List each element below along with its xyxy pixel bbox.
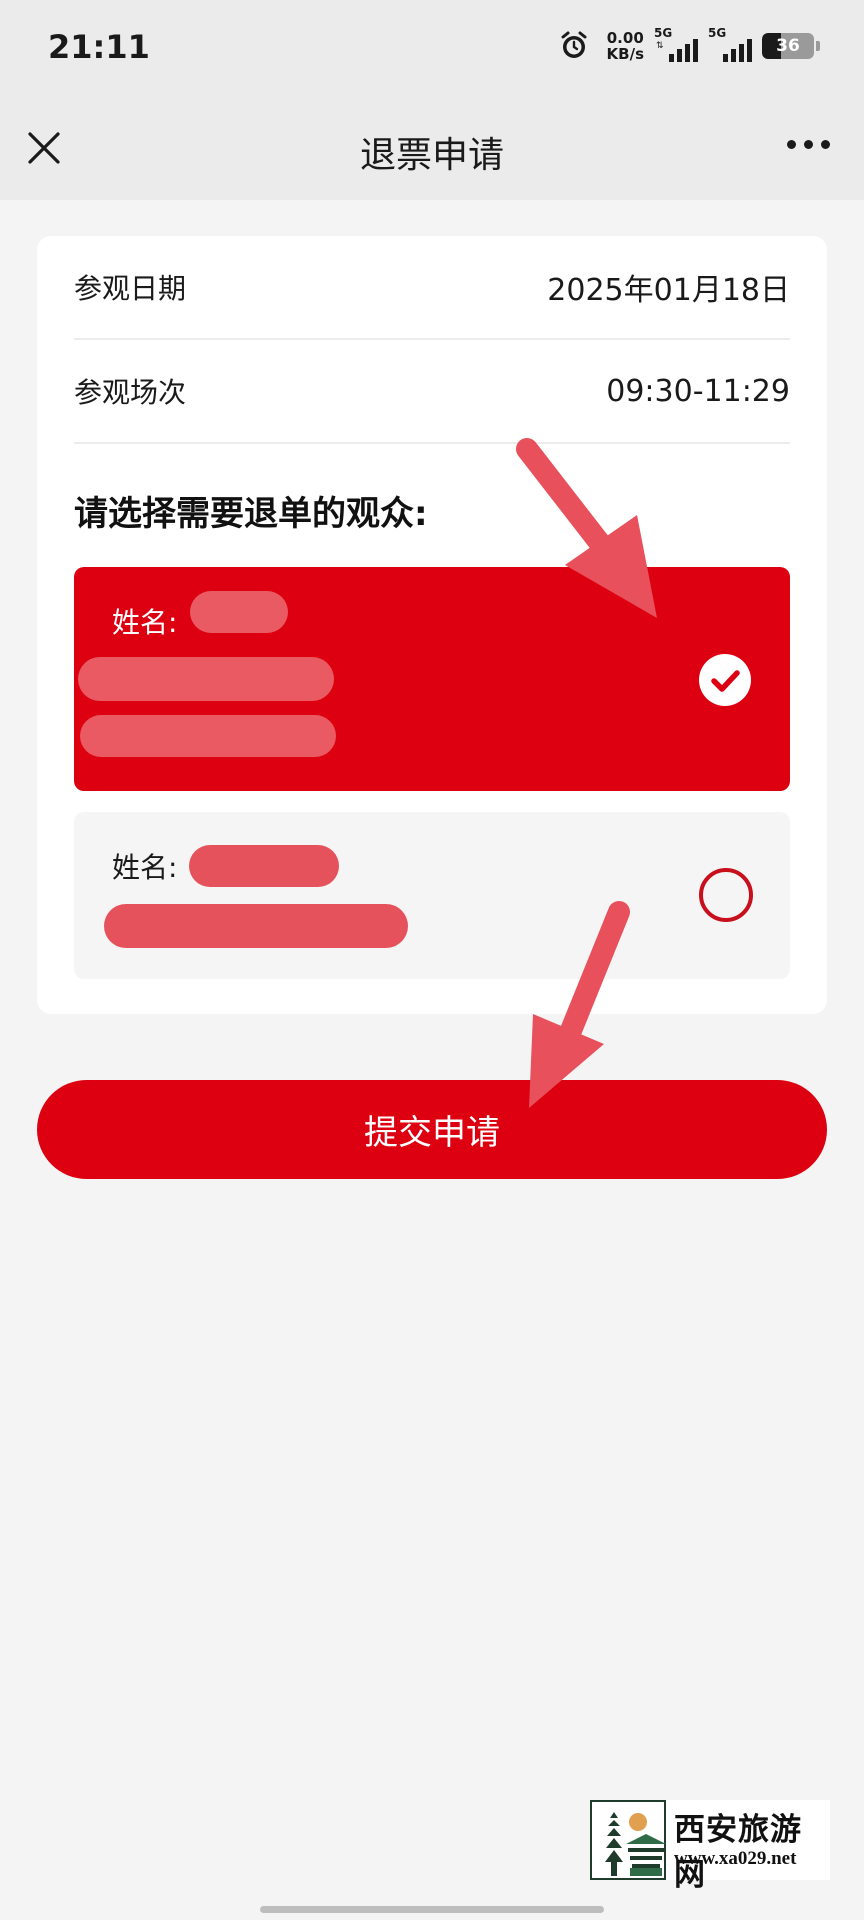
network-speed-value: 0.00 [606, 29, 644, 47]
redacted-info-line [78, 657, 334, 701]
visit-session-row: 参观场次 09:30-11:29 [74, 340, 790, 444]
unchecked-circle-icon[interactable] [699, 868, 753, 922]
watermark-url: www.xa029.net [674, 1848, 797, 1869]
more-dots-icon[interactable] [787, 140, 830, 149]
redacted-name [190, 591, 288, 633]
sim1-network-label: 5G [654, 26, 673, 40]
select-audience-title: 请选择需要退单的观众: [74, 494, 428, 534]
redacted-info-line [104, 904, 408, 948]
page-title: 退票申请 [359, 135, 504, 176]
sim2-network-label: 5G [708, 26, 727, 40]
home-indicator[interactable] [260, 1906, 604, 1913]
audience-name-label: 姓名: [112, 606, 178, 639]
checked-circle-icon[interactable] [699, 654, 751, 706]
refund-card: 参观日期 2025年01月18日 参观场次 09:30-11:29 请选择需要退… [37, 236, 827, 1014]
redacted-name [189, 845, 339, 887]
redacted-info-line [80, 715, 336, 757]
nav-bar: 退票申请 [0, 98, 864, 200]
submit-button[interactable]: 提交申请 [37, 1080, 827, 1179]
visit-date-row: 参观日期 2025年01月18日 [74, 236, 790, 340]
data-arrows-icon: ⇅ [656, 41, 664, 51]
alarm-icon [561, 31, 587, 58]
site-watermark: 西安旅游网 www.xa029.net [590, 1800, 830, 1893]
network-speed: 0.00 KB/s [607, 30, 644, 62]
battery-level: 36 [776, 36, 800, 56]
audience-item-selected[interactable]: 姓名: [74, 567, 790, 791]
battery-icon: 36 [762, 33, 814, 59]
signal-sim2-icon: 5G [708, 26, 752, 64]
visit-session-value: 09:30-11:29 [606, 373, 790, 409]
status-bar: 21:11 0.00 KB/s 5G ⇅ 5G 36 [0, 0, 864, 98]
network-speed-unit: KB/s [606, 45, 644, 63]
visit-session-label: 参观场次 [74, 376, 187, 409]
battery-tip [816, 41, 820, 51]
status-time: 21:11 [48, 28, 150, 66]
visit-date-value: 2025年01月18日 [547, 273, 790, 308]
signal-sim1-icon: 5G ⇅ [654, 26, 698, 64]
pagoda-logo-icon [590, 1800, 666, 1880]
audience-name-label: 姓名: [112, 851, 178, 884]
status-icons: 0.00 KB/s 5G ⇅ 5G 36 [559, 26, 820, 64]
visit-date-label: 参观日期 [74, 272, 187, 305]
audience-item-unselected[interactable]: 姓名: [74, 812, 790, 979]
